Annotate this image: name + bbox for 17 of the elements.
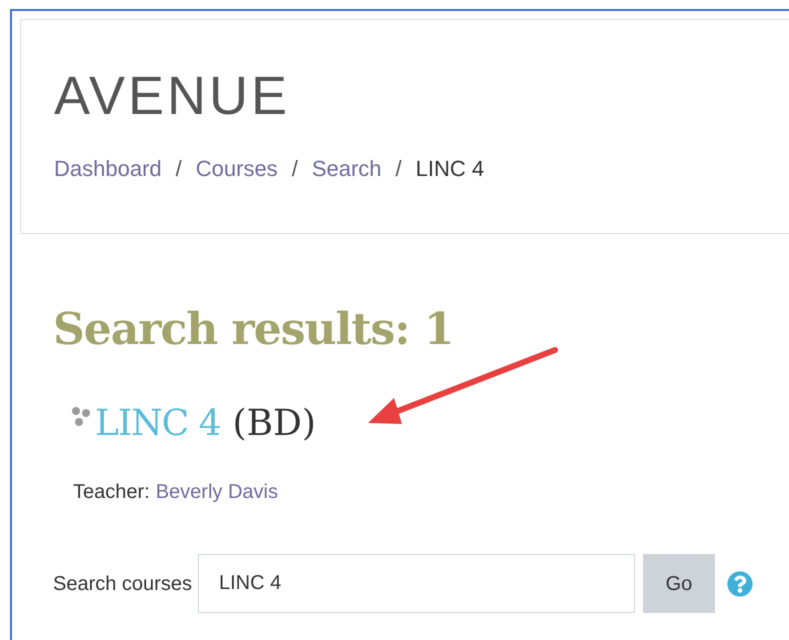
breadcrumb-link[interactable]: Search — [312, 154, 382, 184]
breadcrumb-link[interactable]: Dashboard — [54, 154, 162, 184]
breadcrumb-separator: / — [176, 155, 182, 183]
teacher-link[interactable]: Beverly Davis — [156, 478, 278, 506]
results-heading: Search results: 1 — [53, 303, 454, 357]
breadcrumb-separator: / — [292, 155, 298, 183]
go-button[interactable]: Go — [642, 554, 715, 613]
search-label: Search courses — [53, 572, 192, 596]
teacher-label: Teacher: — [73, 480, 150, 505]
site-title: AVENUE — [54, 65, 290, 128]
breadcrumb-link[interactable]: Courses — [196, 154, 278, 184]
search-field[interactable]: LINC 4 — [198, 554, 635, 613]
course-icon — [71, 406, 91, 428]
help-icon[interactable] — [726, 570, 753, 596]
breadcrumb-current: LINC 4 — [416, 155, 484, 183]
course-initials: (BD) — [232, 402, 316, 446]
breadcrumb-separator: / — [396, 155, 402, 183]
